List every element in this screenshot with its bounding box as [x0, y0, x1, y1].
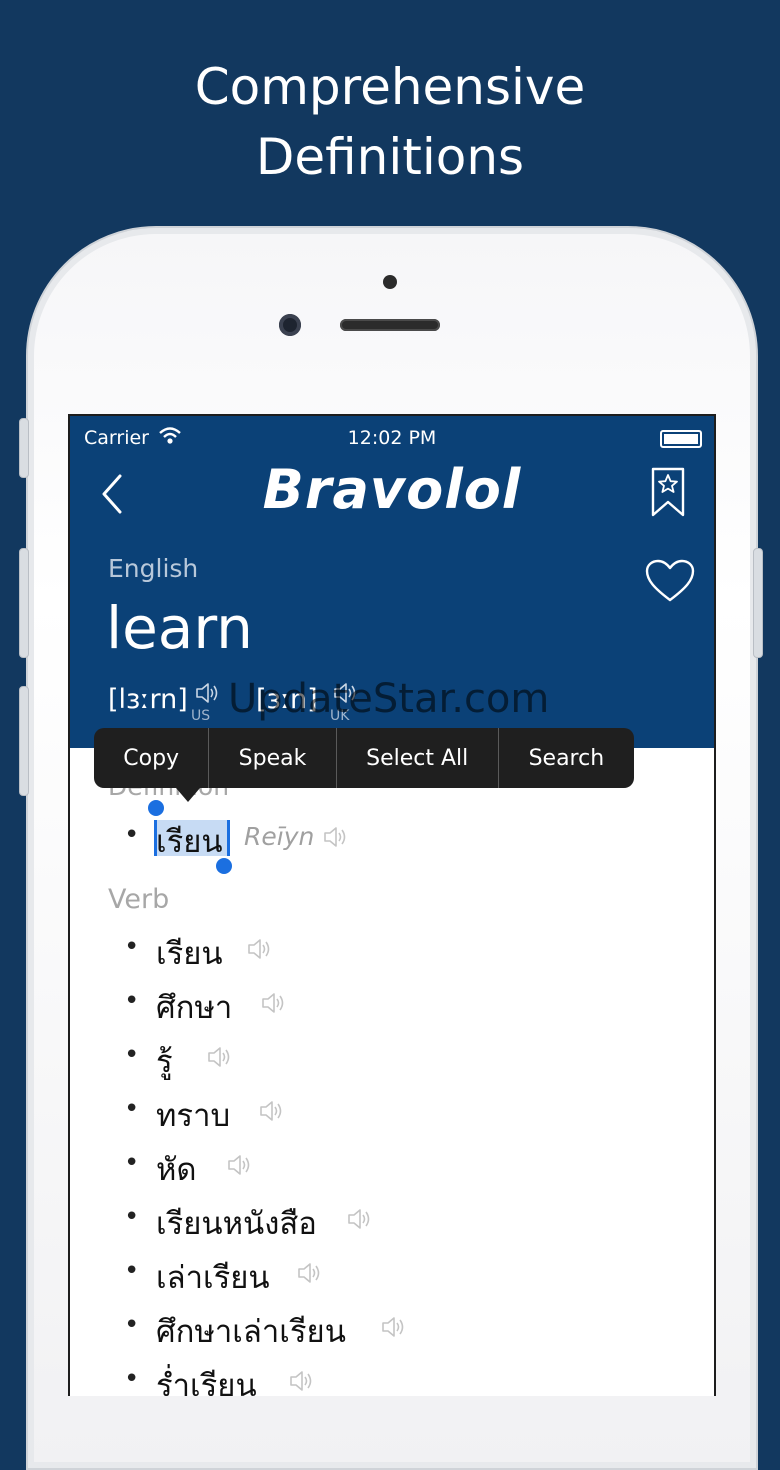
menu-copy-button[interactable]: Copy: [94, 728, 210, 788]
favorite-heart-icon[interactable]: [644, 558, 696, 604]
app-screen: Carrier 12:02 PM Bravolol English learn …: [68, 414, 716, 1396]
bullet: •: [124, 1202, 140, 1232]
app-title: Bravolol: [262, 458, 522, 521]
speaker-icon[interactable]: [288, 1368, 314, 1394]
clock: 12:02 PM: [347, 427, 437, 449]
bullet: •: [124, 1310, 140, 1340]
phone-volume-up: [19, 548, 29, 658]
verb-translation[interactable]: เรียนหนังสือ: [156, 1198, 317, 1248]
speaker-us-icon[interactable]: [194, 680, 220, 706]
headline-line-2: Definitions: [255, 128, 525, 186]
phone-volume-down: [19, 686, 29, 796]
bullet: •: [124, 820, 140, 850]
headword: learn: [106, 594, 253, 662]
speaker-icon[interactable]: [246, 936, 272, 962]
bullet: •: [124, 1148, 140, 1178]
verb-translation[interactable]: ศึกษาเล่าเรียน: [156, 1306, 346, 1356]
bullet: •: [124, 932, 140, 962]
watermark-text: UpdateStar.com: [228, 676, 550, 722]
bullet: •: [124, 1094, 140, 1124]
pronunciation-us: [lɜːrn]: [108, 684, 188, 715]
verb-translation[interactable]: เรียน: [156, 928, 223, 978]
phone-camera: [279, 314, 301, 336]
speaker-icon[interactable]: [258, 1098, 284, 1124]
bookmark-star-icon[interactable]: [650, 466, 686, 518]
definition-romanization: Reīyn: [244, 822, 315, 851]
bullet: •: [124, 986, 140, 1016]
menu-select-all-button[interactable]: Select All: [337, 728, 499, 788]
verb-translation[interactable]: รู้: [156, 1036, 173, 1086]
phone-sensor: [383, 275, 397, 289]
menu-speak-button[interactable]: Speak: [209, 728, 337, 788]
speaker-icon[interactable]: [380, 1314, 406, 1340]
battery-icon: [660, 430, 702, 448]
status-bar: Carrier 12:02 PM: [70, 424, 714, 454]
speaker-icon[interactable]: [260, 990, 286, 1016]
verb-translation[interactable]: ร่ำเรียน: [156, 1360, 257, 1396]
verb-translation[interactable]: ทราบ: [156, 1090, 230, 1140]
verb-translation[interactable]: หัด: [156, 1144, 197, 1194]
source-language: English: [108, 554, 199, 583]
verb-translation[interactable]: เล่าเรียน: [156, 1252, 270, 1302]
promo-headline: Comprehensive Definitions: [0, 52, 780, 192]
verb-translation[interactable]: ศึกษา: [156, 982, 232, 1032]
speaker-icon[interactable]: [322, 824, 348, 850]
headline-line-1: Comprehensive: [194, 58, 586, 116]
bullet: •: [124, 1256, 140, 1286]
speaker-icon[interactable]: [346, 1206, 372, 1232]
pronunciation-us-label: US: [191, 708, 211, 724]
phone-power-button: [753, 548, 763, 658]
edit-context-menu: Copy Speak Select All Search: [94, 728, 634, 788]
bullet: •: [124, 1364, 140, 1394]
speaker-icon[interactable]: [206, 1044, 232, 1070]
context-menu-pointer: [176, 788, 200, 802]
definition-thai-word[interactable]: เรียน: [156, 816, 223, 866]
menu-search-button[interactable]: Search: [499, 728, 634, 788]
phone-mute-switch: [19, 418, 29, 478]
bullet: •: [124, 1040, 140, 1070]
speaker-icon[interactable]: [296, 1260, 322, 1286]
selection-start-handle[interactable]: [148, 800, 164, 816]
verb-section-label: Verb: [108, 884, 170, 915]
speaker-icon[interactable]: [226, 1152, 252, 1178]
phone-earpiece: [340, 319, 440, 331]
